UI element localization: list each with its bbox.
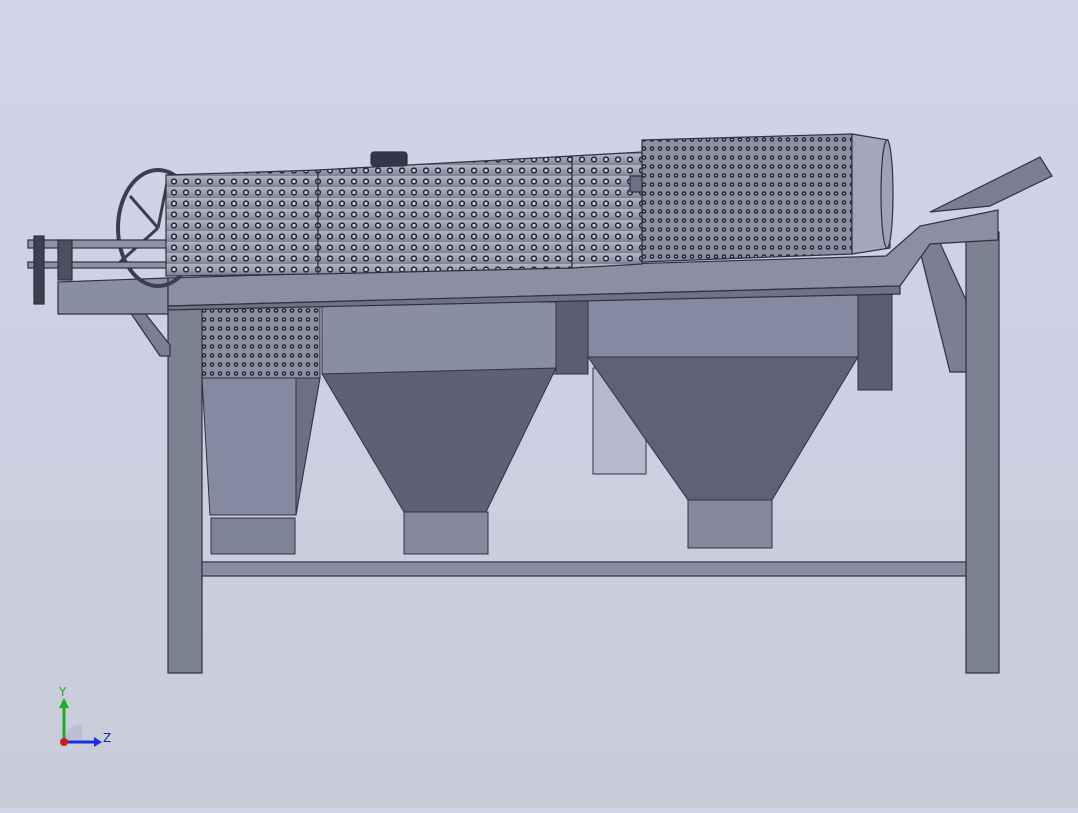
drum-section-1	[165, 169, 319, 277]
y-axis-arrow	[59, 698, 69, 708]
drive-sprocket	[33, 235, 45, 305]
frame-bottom-beam	[201, 561, 967, 577]
drum-section-2	[317, 155, 573, 275]
drum-section-3	[571, 151, 643, 269]
drive-shaft	[27, 239, 179, 249]
rotary-drum-screen-model[interactable]	[0, 0, 1078, 808]
feed-chute	[929, 156, 1053, 213]
hopper-2	[321, 301, 557, 555]
frame-leg-right	[965, 231, 1000, 674]
hopper-1	[201, 304, 321, 555]
hopper-3	[587, 291, 893, 549]
frame-brace-left	[128, 311, 171, 357]
drum-section-4-fine	[641, 133, 853, 263]
view-triad: Y Z	[40, 680, 130, 760]
drum	[165, 133, 894, 277]
x-axis-origin	[60, 738, 68, 746]
z-axis-label: Z	[103, 731, 111, 745]
inspection-lid	[370, 151, 408, 167]
y-axis-label: Y	[58, 685, 67, 699]
cad-viewport[interactable]: Y Z	[0, 0, 1078, 808]
frame-leg-left	[167, 299, 203, 674]
frame-brace-right	[917, 242, 967, 373]
z-axis-arrow	[94, 737, 102, 747]
